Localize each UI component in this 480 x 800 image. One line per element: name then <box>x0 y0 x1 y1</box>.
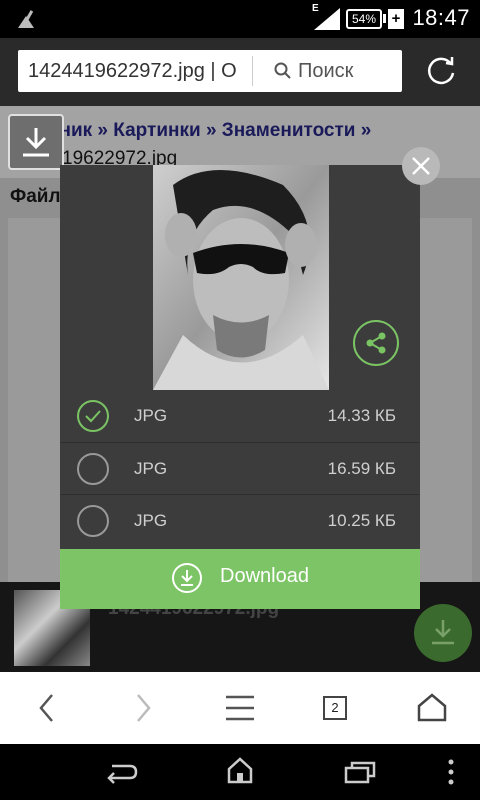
address-field[interactable]: 1424419622972.jpg | O Поиск <box>18 50 402 92</box>
url-bar: 1424419622972.jpg | O Поиск <box>0 38 480 106</box>
download-button[interactable] <box>8 114 64 170</box>
close-icon <box>412 157 430 175</box>
battery-cap <box>383 14 386 23</box>
back-icon[interactable] <box>36 692 58 724</box>
share-button[interactable] <box>353 320 399 366</box>
download-icon <box>432 620 454 645</box>
format-label: JPG <box>134 406 168 425</box>
share-icon <box>366 332 386 354</box>
check-icon <box>85 410 101 423</box>
overflow-icon[interactable] <box>446 758 456 786</box>
format-option-row[interactable]: JPG 16.59 КБ <box>60 442 420 495</box>
forward-icon[interactable] <box>132 692 154 724</box>
search-icon <box>274 62 291 79</box>
divider <box>252 56 253 86</box>
status-bar: E 54% + 18:47 <box>0 0 480 38</box>
nav-back-icon[interactable] <box>104 760 138 784</box>
format-label: JPG <box>134 511 168 530</box>
nav-recents-icon[interactable] <box>344 760 376 784</box>
format-label: JPG <box>134 459 168 478</box>
signal-icon <box>314 8 340 30</box>
download-icon <box>172 563 202 593</box>
download-arrow-icon <box>181 570 193 586</box>
radio-unchecked[interactable] <box>77 505 109 537</box>
tabs-icon[interactable]: 2 <box>323 696 347 720</box>
file-size: 10.25 КБ <box>327 511 396 530</box>
home-icon[interactable] <box>416 692 448 722</box>
download-fab[interactable] <box>414 604 472 662</box>
url-text: 1424419622972.jpg | O <box>28 60 237 82</box>
refresh-icon[interactable] <box>424 54 458 88</box>
file-size: 16.59 КБ <box>327 459 396 478</box>
browser-toolbar: 2 <box>0 672 480 744</box>
nav-home-icon[interactable] <box>226 756 254 784</box>
download-dialog: JPG 14.33 КБ JPG 16.59 КБ JPG 10.25 КБ D… <box>60 165 420 609</box>
format-option-row[interactable]: JPG 14.33 КБ <box>60 390 420 442</box>
image-preview <box>153 165 329 390</box>
system-nav-bar <box>0 744 480 800</box>
radio-checked[interactable] <box>77 400 109 432</box>
breadcrumb-links[interactable]: нник » Картинки » Знаменитости » <box>48 120 371 142</box>
radio-unchecked[interactable] <box>77 453 109 485</box>
download-label: Download <box>220 565 309 587</box>
clean-icon <box>18 10 34 28</box>
charging-icon: + <box>388 9 404 29</box>
section-label: Файл <box>10 186 61 207</box>
battery-level: 54% <box>346 9 382 29</box>
search-label[interactable]: Поиск <box>298 60 353 83</box>
close-button[interactable] <box>402 147 440 185</box>
clock: 18:47 <box>412 5 470 30</box>
menu-icon[interactable] <box>224 694 256 722</box>
download-button[interactable]: Download <box>60 549 420 609</box>
download-icon <box>23 128 49 157</box>
file-size: 14.33 КБ <box>327 406 396 425</box>
format-option-row[interactable]: JPG 10.25 КБ <box>60 494 420 547</box>
preview-image <box>153 165 329 390</box>
